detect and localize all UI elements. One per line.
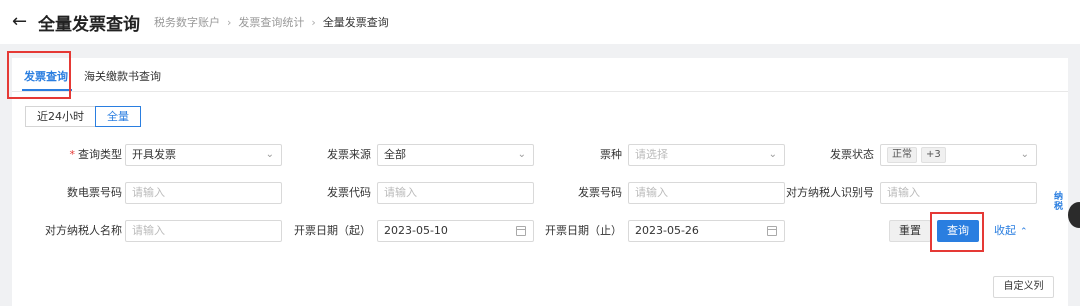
calendar-icon bbox=[767, 226, 777, 236]
collapse-link[interactable]: 收起 ⌃ bbox=[994, 220, 1028, 243]
digital-number-label: 数电票号码 bbox=[67, 186, 122, 199]
active-tab-indicator bbox=[22, 89, 72, 91]
query-type-select[interactable]: 开具发票 ⌄ bbox=[125, 144, 282, 166]
custom-columns-button[interactable]: 自定义列 bbox=[993, 276, 1054, 298]
page-title: 全量发票查询 bbox=[38, 14, 140, 35]
period-24h-button[interactable]: 近24小时 bbox=[25, 106, 96, 127]
chevron-up-icon: ⌃ bbox=[1020, 227, 1028, 237]
invoice-code-input[interactable]: 请输入 bbox=[377, 182, 534, 204]
chevron-right-icon: › bbox=[227, 15, 232, 29]
page-header: ← 全量发票查询 税务数字账户 › 发票查询统计 › 全量发票查询 bbox=[0, 0, 1080, 44]
status-more-tag: +3 bbox=[921, 147, 946, 163]
breadcrumb-item[interactable]: 税务数字账户 bbox=[154, 14, 220, 30]
tab-bar: 发票查询 海关缴款书查询 bbox=[7, 51, 1068, 99]
counterparty-name-label: 对方纳税人名称 bbox=[45, 224, 122, 237]
breadcrumb-current: 全量发票查询 bbox=[322, 16, 389, 29]
counterparty-name-input[interactable]: 请输入 bbox=[125, 220, 282, 242]
assistant-avatar-icon bbox=[1068, 202, 1080, 228]
invoice-status-label: 发票状态 bbox=[830, 148, 874, 161]
chevron-right-icon: › bbox=[311, 15, 316, 29]
period-all-button[interactable]: 全量 bbox=[95, 106, 141, 127]
reset-button[interactable]: 重置 bbox=[889, 220, 931, 242]
digital-number-input[interactable]: 请输入 bbox=[125, 182, 282, 204]
invoice-number-label: 发票号码 bbox=[578, 186, 622, 199]
ticket-type-select[interactable]: 请选择 ⌄ bbox=[628, 144, 785, 166]
breadcrumb-item[interactable]: 发票查询统计 bbox=[238, 14, 304, 30]
date-start-label: 开票日期（起） bbox=[294, 224, 371, 237]
counterparty-id-label: 对方纳税人识别号 bbox=[786, 186, 874, 199]
status-tag: 正常 bbox=[887, 147, 917, 163]
tab-invoice-query[interactable]: 发票查询 bbox=[24, 68, 68, 84]
period-toggle: 近24小时 全量 bbox=[25, 106, 141, 127]
invoice-code-label: 发票代码 bbox=[327, 186, 371, 199]
arrow-left-icon[interactable]: ← bbox=[12, 13, 34, 31]
invoice-number-input[interactable]: 请输入 bbox=[628, 182, 785, 204]
query-button[interactable]: 查询 bbox=[937, 220, 979, 242]
invoice-source-select[interactable]: 全部 ⌄ bbox=[377, 144, 534, 166]
ticket-type-label: 票种 bbox=[600, 148, 622, 161]
date-end-picker[interactable]: 2023-05-26 bbox=[628, 220, 785, 242]
query-type-label: * 查询类型 bbox=[69, 148, 123, 161]
invoice-status-select[interactable]: 正常 +3 ⌄ bbox=[880, 144, 1037, 166]
date-end-label: 开票日期（止） bbox=[545, 224, 622, 237]
counterparty-id-input[interactable]: 请输入 bbox=[880, 182, 1037, 204]
query-panel: 发票查询 海关缴款书查询 近24小时 全量 * 查询类型 开具发票 ⌄ 发票来源 全… bbox=[7, 51, 1068, 306]
date-start-picker[interactable]: 2023-05-10 bbox=[377, 220, 534, 242]
chevron-down-icon: ⌄ bbox=[1020, 149, 1029, 160]
breadcrumb: 税务数字账户 › 发票查询统计 › 全量发票查询 bbox=[154, 14, 389, 30]
invoice-source-label: 发票来源 bbox=[327, 148, 371, 161]
tab-customs-payment-query[interactable]: 海关缴款书查询 bbox=[84, 68, 161, 84]
